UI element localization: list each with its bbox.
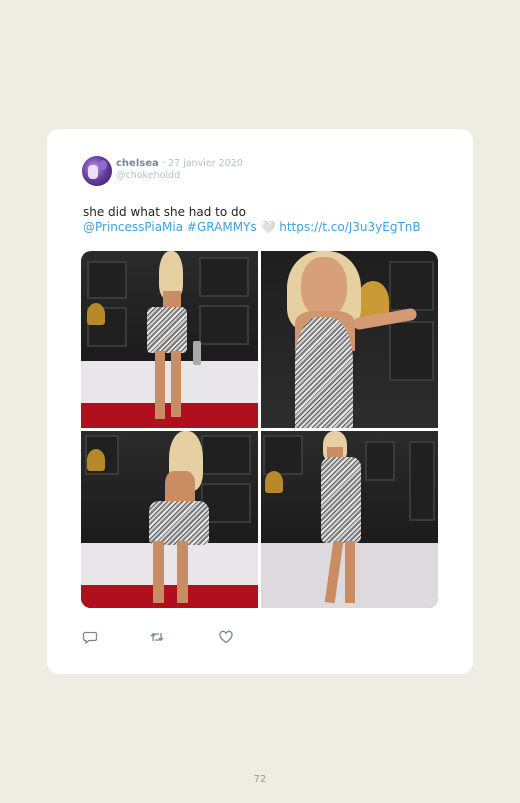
photo-3[interactable] [81,431,258,608]
tweet-text-line-links: @PrincessPiaMia #GRAMMYs 🤍 https://t.co/… [83,220,453,235]
tweet-text-line: she did what she had to do [83,205,246,219]
avatar[interactable] [82,156,112,186]
mention-link[interactable]: @PrincessPiaMia [83,220,183,234]
photo-4[interactable] [261,431,438,608]
tweet-card: chelsea · 27 janvier 2020 @chokeholdd sh… [47,129,473,674]
url-link[interactable]: https://t.co/J3u3yEgTnB [279,220,420,234]
display-name[interactable]: chelsea [116,158,159,169]
photo-2[interactable] [261,251,438,428]
hashtag-link[interactable]: #GRAMMYs [187,220,257,234]
retweet-icon[interactable] [149,629,165,645]
user-handle[interactable]: @chokeholdd [116,170,243,182]
tweet-actions [82,629,282,645]
white-heart-emoji: 🤍 [260,220,276,234]
tweet-header: chelsea · 27 janvier 2020 @chokeholdd [116,158,243,182]
media-grid [81,251,438,608]
photo-1[interactable] [81,251,258,428]
tweet-date[interactable]: · 27 janvier 2020 [162,158,243,169]
reply-icon[interactable] [82,629,98,645]
page-number: 72 [253,774,267,785]
like-icon[interactable] [218,629,234,645]
tweet-text: she did what she had to do @PrincessPiaM… [83,205,453,235]
